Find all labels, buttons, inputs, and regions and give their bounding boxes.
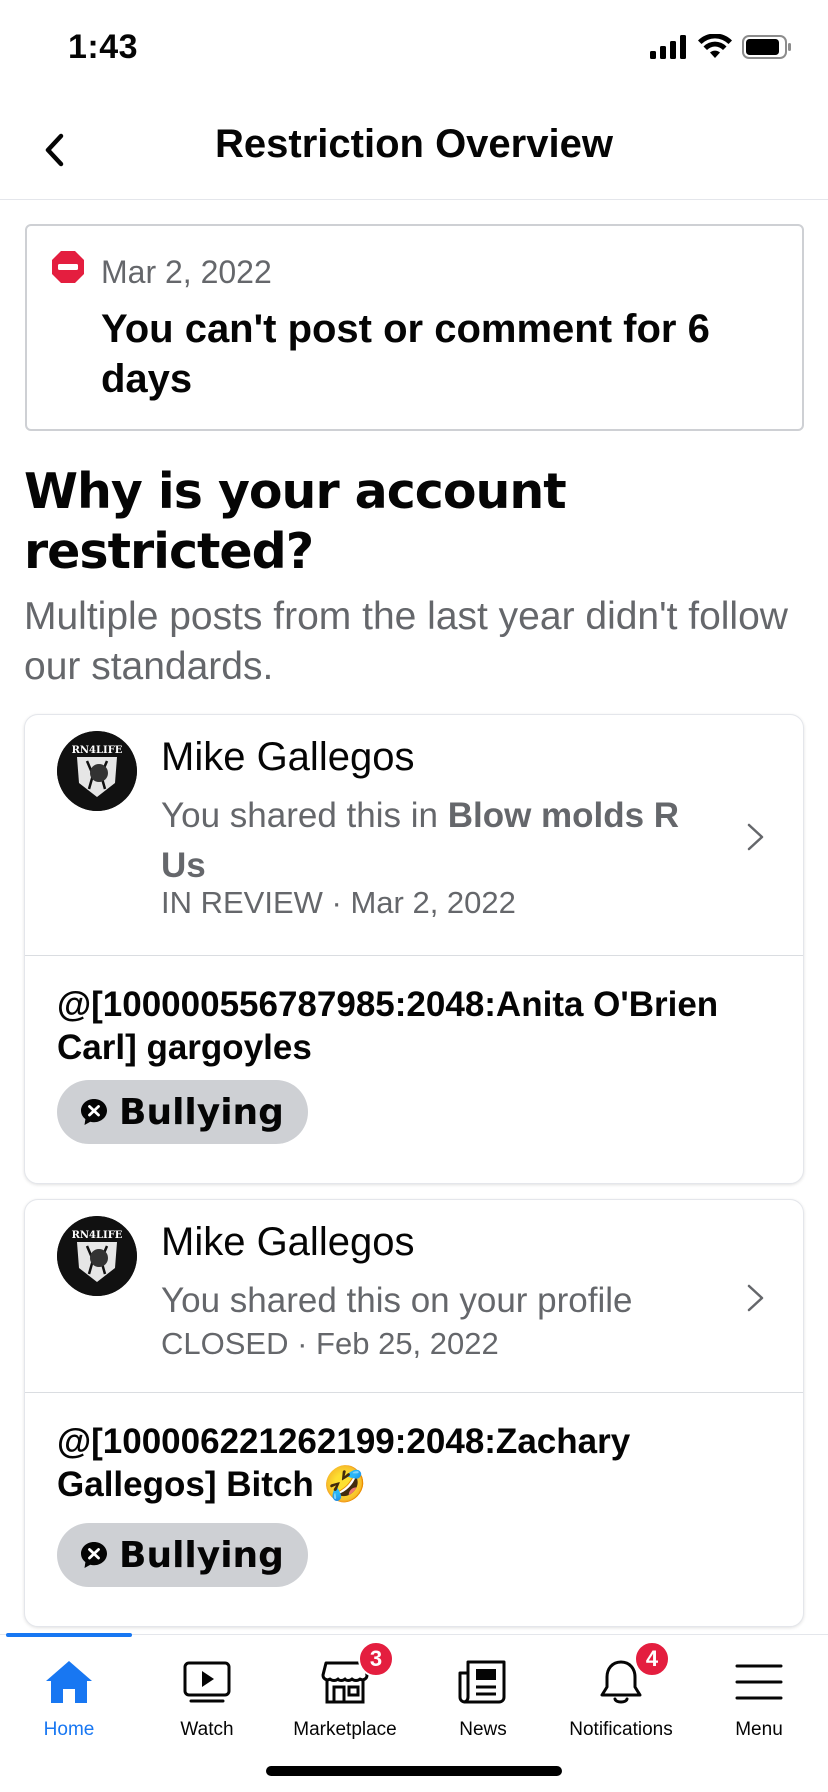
notification-badge: 4	[634, 1641, 670, 1677]
no-entry-icon	[52, 251, 84, 283]
signal-icon	[650, 35, 686, 59]
nav-notifications[interactable]: 4 Notifications	[552, 1635, 690, 1755]
raiders-logo-icon: RN4LIFE	[57, 1216, 137, 1296]
section-subtitle: Multiple posts from the last year didn't…	[24, 595, 788, 688]
restriction-message: You can't post or comment for 6 days	[101, 307, 710, 401]
nav-home[interactable]: Home	[0, 1635, 138, 1755]
post-status: CLOSED	[161, 1326, 289, 1361]
status-time: 1:43	[68, 28, 139, 66]
nav-menu[interactable]: Menu	[690, 1635, 828, 1755]
nav-label: Watch	[180, 1719, 234, 1740]
post-status: IN REVIEW	[161, 885, 323, 920]
nav-marketplace[interactable]: 3 Marketplace	[276, 1635, 414, 1755]
divider	[25, 955, 803, 956]
home-icon	[42, 1655, 96, 1709]
avatar: RN4LIFE	[57, 1216, 137, 1296]
violation-tag: Bullying	[57, 1080, 308, 1144]
wifi-icon	[698, 34, 732, 58]
speech-x-icon	[81, 1099, 107, 1125]
svg-text:RN4LIFE: RN4LIFE	[72, 1230, 123, 1241]
news-icon	[456, 1655, 510, 1709]
avatar: RN4LIFE	[57, 731, 137, 811]
post-meta: CLOSED · Feb 25, 2022	[161, 1326, 499, 1361]
post-date: Mar 2, 2022	[350, 885, 516, 920]
tag-label: Bullying	[119, 1091, 284, 1133]
post-author: Mike Gallegos	[161, 735, 415, 779]
nav-label: Notifications	[569, 1719, 673, 1740]
divider	[25, 1392, 803, 1393]
post-body: @[100000556787985:2048:Anita O'Brien Car…	[57, 985, 719, 1067]
violation-tag: Bullying	[57, 1523, 308, 1587]
restriction-card: Mar 2, 2022 You can't post or comment fo…	[25, 224, 804, 431]
status-icons	[650, 34, 792, 60]
chevron-right-icon[interactable]	[743, 1280, 769, 1316]
post-card[interactable]: RN4LIFE Mike Gallegos You shared this in…	[24, 714, 804, 1184]
menu-icon	[732, 1655, 786, 1709]
status-bar: 1:43	[0, 0, 828, 100]
nav-label: Marketplace	[293, 1719, 397, 1740]
nav-label: Menu	[735, 1719, 783, 1740]
nav-label: Home	[43, 1719, 95, 1740]
post-date: Feb 25, 2022	[316, 1326, 499, 1361]
bell-icon: 4	[594, 1641, 670, 1709]
post-shared-text: You shared this in Blow molds R Us	[161, 796, 680, 885]
battery-icon	[742, 35, 791, 59]
post-meta: IN REVIEW · Mar 2, 2022	[161, 885, 516, 920]
section-title: Why is your account restricted?	[24, 463, 567, 580]
header: Restriction Overview	[0, 100, 828, 200]
post-author: Mike Gallegos	[161, 1220, 415, 1264]
nav-label: News	[459, 1719, 507, 1740]
home-indicator	[266, 1766, 562, 1776]
post-body: @[100006221262199:2048:Zachary Gallegos]…	[57, 1422, 631, 1504]
page-title: Restriction Overview	[215, 122, 613, 166]
watch-icon	[180, 1655, 234, 1709]
nav-watch[interactable]: Watch	[138, 1635, 276, 1755]
restriction-date: Mar 2, 2022	[101, 254, 272, 290]
post-shared-text: You shared this on your profile	[161, 1281, 633, 1320]
raiders-logo-icon: RN4LIFE	[57, 731, 137, 811]
speech-x-icon	[81, 1542, 107, 1568]
nav-news[interactable]: News	[414, 1635, 552, 1755]
marketplace-icon: 3	[318, 1641, 394, 1709]
tag-label: Bullying	[119, 1534, 284, 1576]
chevron-right-icon[interactable]	[743, 819, 769, 855]
svg-text:RN4LIFE: RN4LIFE	[72, 745, 123, 756]
notification-badge: 3	[358, 1641, 394, 1677]
post-card[interactable]: RN4LIFE Mike Gallegos You shared this on…	[24, 1199, 804, 1627]
